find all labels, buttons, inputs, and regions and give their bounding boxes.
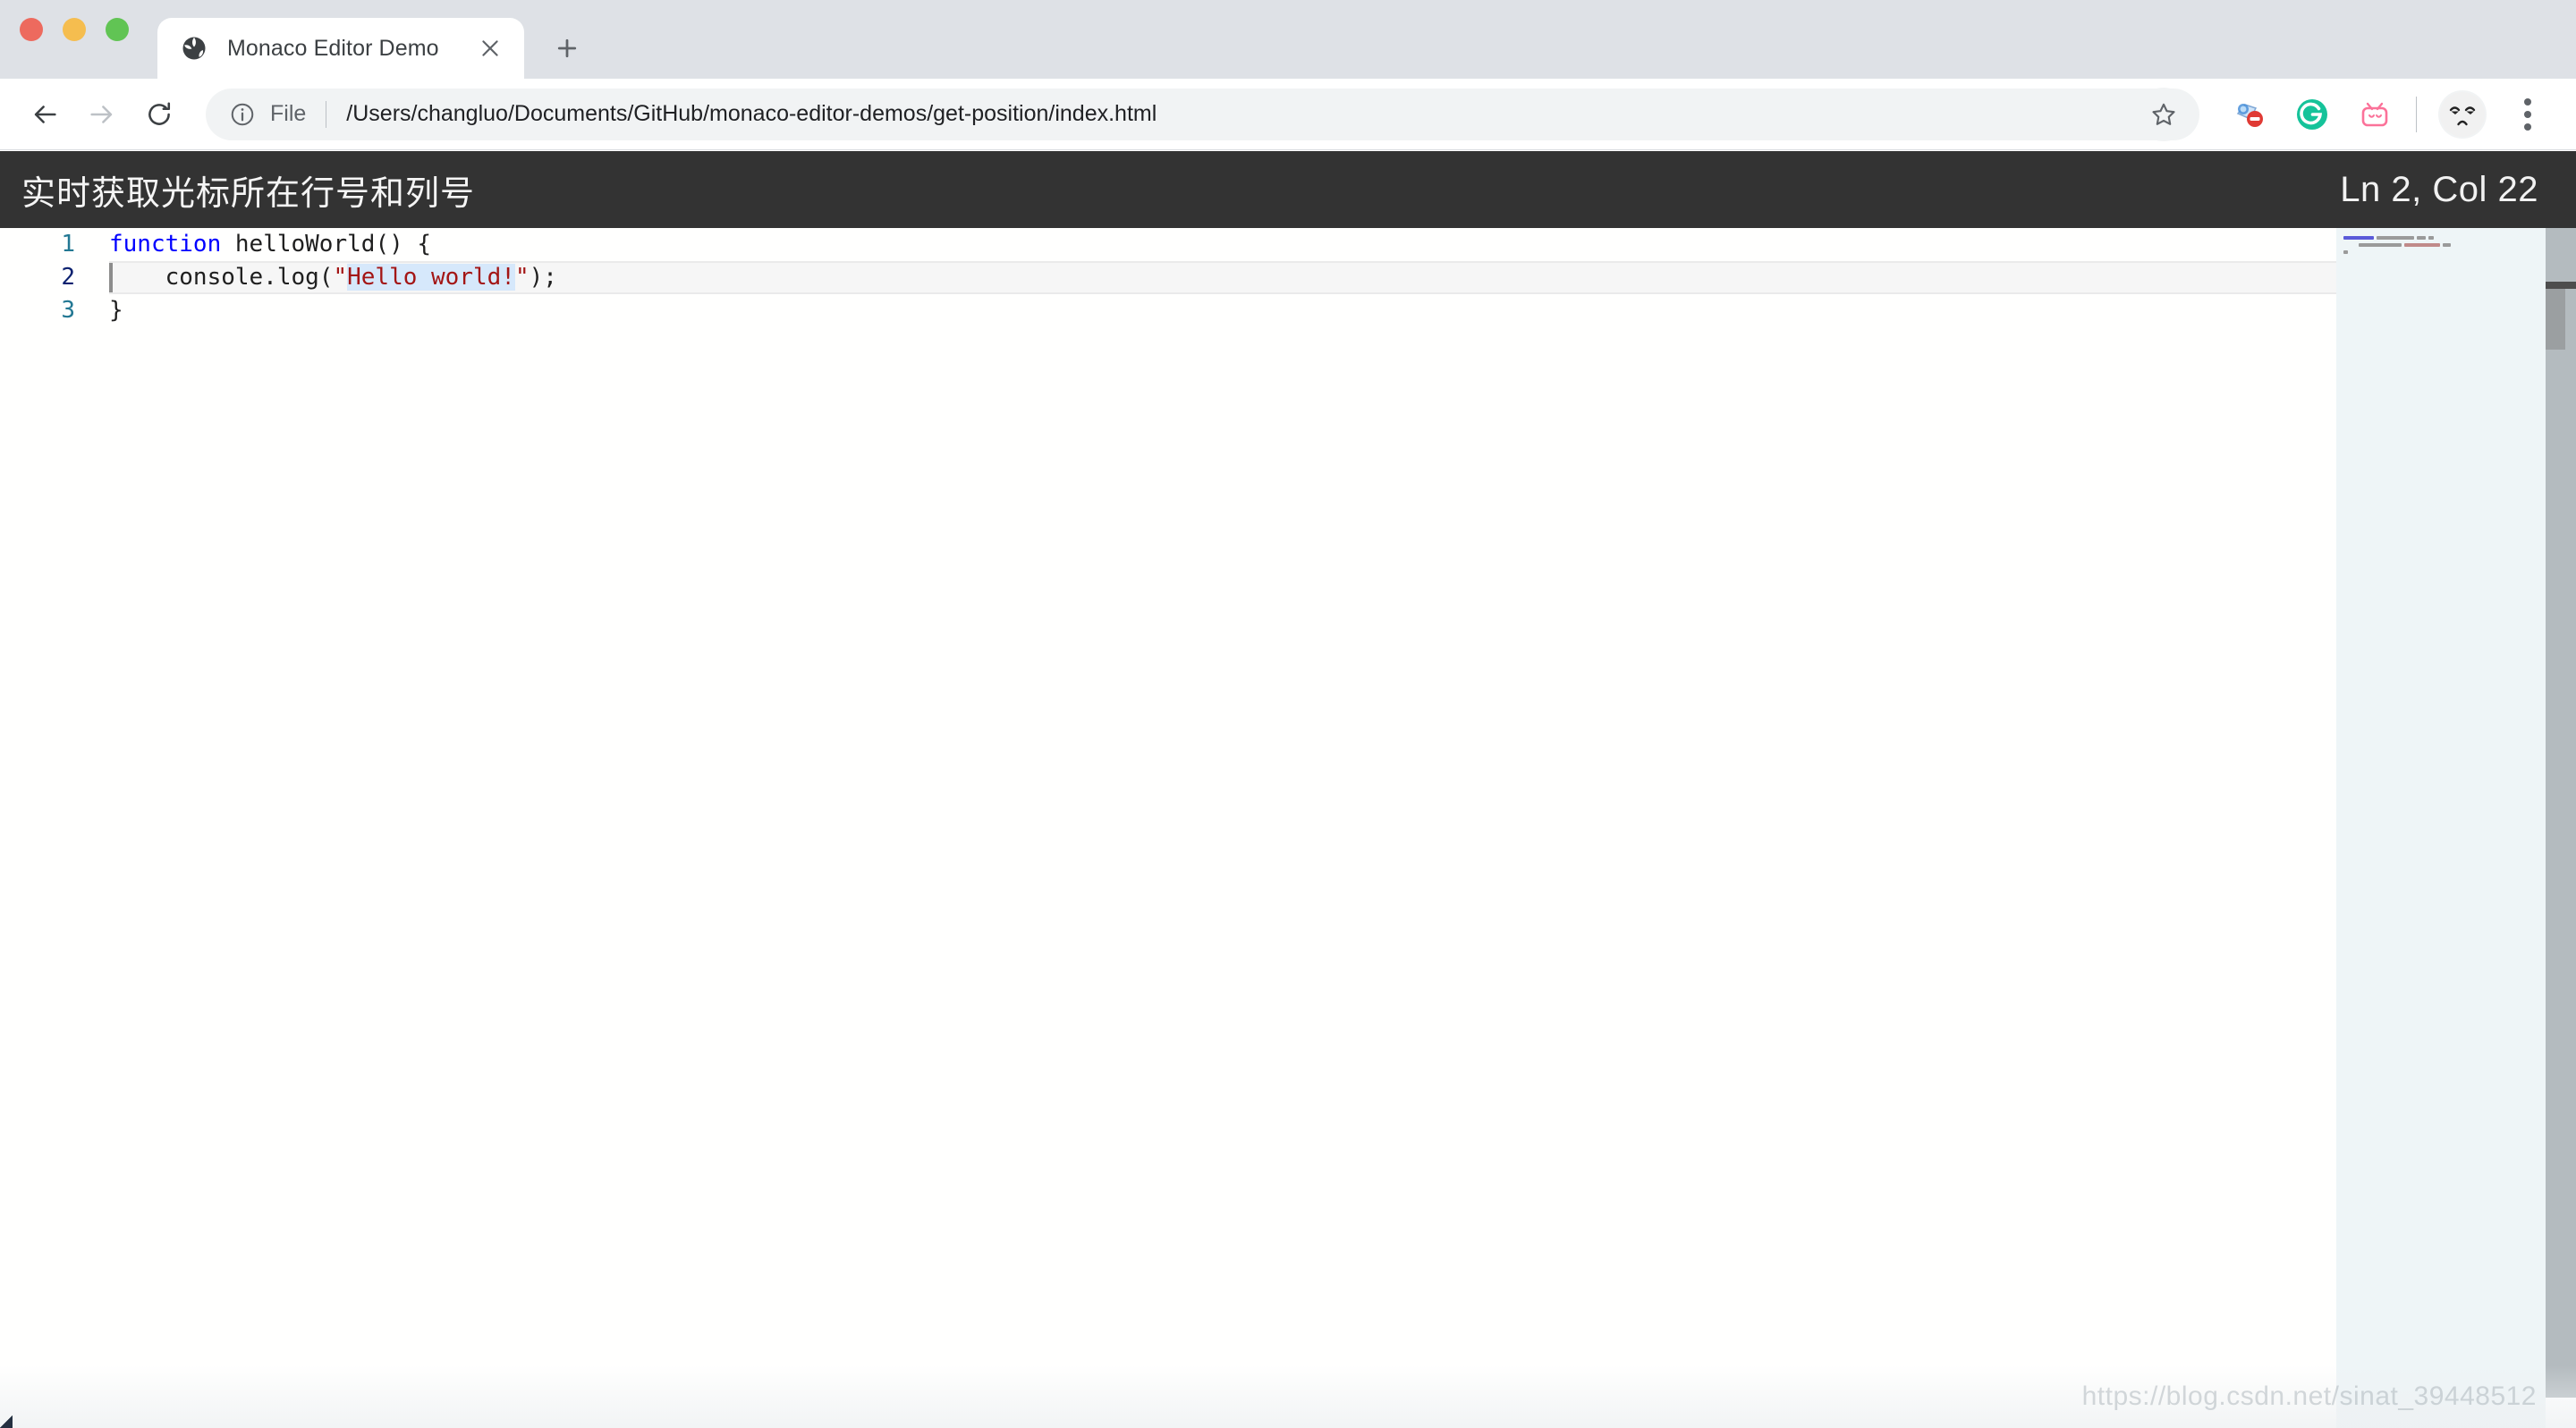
grammarly-extension-icon[interactable] <box>2287 89 2337 139</box>
window-minimize-button[interactable] <box>63 18 86 41</box>
scrollbar-divider <box>2546 282 2576 289</box>
minimap-token <box>2377 236 2414 240</box>
address-bar[interactable]: File /Users/changluo/Documents/GitHub/mo… <box>206 87 2199 141</box>
line-number: 3 <box>61 297 75 324</box>
code-line[interactable]: 1 function helloWorld() { <box>0 228 2336 261</box>
editor-code-area[interactable]: 1 function helloWorld() { 2 console.log(… <box>0 228 2336 1428</box>
scrollbar-corner <box>2546 1398 2576 1428</box>
token-punctuation: ); <box>529 264 557 291</box>
minimap-line <box>2343 249 2522 255</box>
tab-title: Monaco Editor Demo <box>227 35 439 61</box>
url-text[interactable]: /Users/changluo/Documents/GitHub/monaco-… <box>346 101 2131 127</box>
star-icon[interactable] <box>2137 87 2190 141</box>
editor-vertical-scrollbar[interactable] <box>2546 228 2576 1428</box>
kebab-dot <box>2524 110 2531 118</box>
app-header: 实时获取光标所在行号和列号 Ln 2, Col 22 <box>0 151 2576 228</box>
minimap-line <box>2343 235 2522 241</box>
minimap-token <box>2417 236 2426 240</box>
bilibili-extension-icon[interactable] <box>2350 89 2400 139</box>
globe-icon <box>181 35 208 62</box>
code-line-active[interactable]: 2 console.log("Hello world!"); <box>0 261 2336 294</box>
cursor-position-readout: Ln 2, Col 22 <box>2340 169 2538 209</box>
scrollbar-thumb[interactable] <box>2546 289 2565 350</box>
code-line[interactable]: 3 } <box>0 294 2336 327</box>
minimap-rendered-code <box>2343 235 2522 257</box>
new-tab-button[interactable] <box>544 25 590 72</box>
browser-toolbar: File /Users/changluo/Documents/GitHub/mo… <box>0 79 2576 150</box>
minimap-token <box>2404 243 2440 247</box>
close-icon[interactable] <box>474 32 506 64</box>
token-string-selected: Hello world! <box>347 264 515 291</box>
line-number: 1 <box>61 231 75 258</box>
token-function-name: helloWorld <box>234 231 376 258</box>
kebab-dot <box>2524 97 2531 106</box>
kebab-menu-icon[interactable] <box>2503 89 2553 139</box>
minimap-token <box>2428 236 2434 240</box>
kebab-dot <box>2524 123 2531 131</box>
code-text: function helloWorld() { <box>109 228 431 261</box>
forward-button[interactable] <box>73 86 131 143</box>
token-call: console.log( <box>109 264 334 291</box>
minimap-token <box>2443 243 2451 247</box>
minimap-token <box>2343 236 2374 240</box>
url-scheme-label: File <box>270 101 307 126</box>
corner-marker <box>0 1415 13 1428</box>
window-traffic-lights <box>20 0 129 79</box>
minimap-line <box>2343 242 2522 248</box>
watermark-text: https://blog.csdn.net/sinat_39448512 <box>2081 1382 2537 1411</box>
token-quote-open: " <box>333 264 348 291</box>
reload-button[interactable] <box>131 86 188 143</box>
text-cursor <box>109 263 113 292</box>
token-quote-close: " <box>514 264 530 291</box>
info-circle-icon[interactable] <box>227 99 258 130</box>
editor-minimap[interactable] <box>2336 228 2546 1428</box>
window-maximize-button[interactable] <box>106 18 129 41</box>
line-number: 2 <box>61 264 75 291</box>
browser-window: Monaco Editor Demo File /Users/changluo/… <box>0 0 2576 1428</box>
back-button[interactable] <box>16 86 73 143</box>
window-close-button[interactable] <box>20 18 43 41</box>
token-keyword: function <box>109 231 222 258</box>
profile-avatar-icon[interactable] <box>2438 89 2487 139</box>
minimap-token <box>2359 243 2402 247</box>
code-text: console.log("Hello world!"); <box>109 261 557 294</box>
browser-tab-monaco-editor-demo[interactable]: Monaco Editor Demo <box>157 18 524 79</box>
token-punctuation: () { <box>375 231 432 258</box>
toolbar-divider <box>2416 96 2417 132</box>
page-content: 实时获取光标所在行号和列号 Ln 2, Col 22 1 function he… <box>0 151 2576 1428</box>
adblock-extension-icon[interactable] <box>2224 89 2275 139</box>
monaco-editor[interactable]: 1 function helloWorld() { 2 console.log(… <box>0 228 2576 1428</box>
minimap-token <box>2343 250 2348 254</box>
page-title: 实时获取光标所在行号和列号 <box>21 174 476 213</box>
code-text: } <box>109 294 123 327</box>
tab-strip: Monaco Editor Demo <box>0 0 2576 79</box>
token-punctuation: } <box>109 297 123 324</box>
